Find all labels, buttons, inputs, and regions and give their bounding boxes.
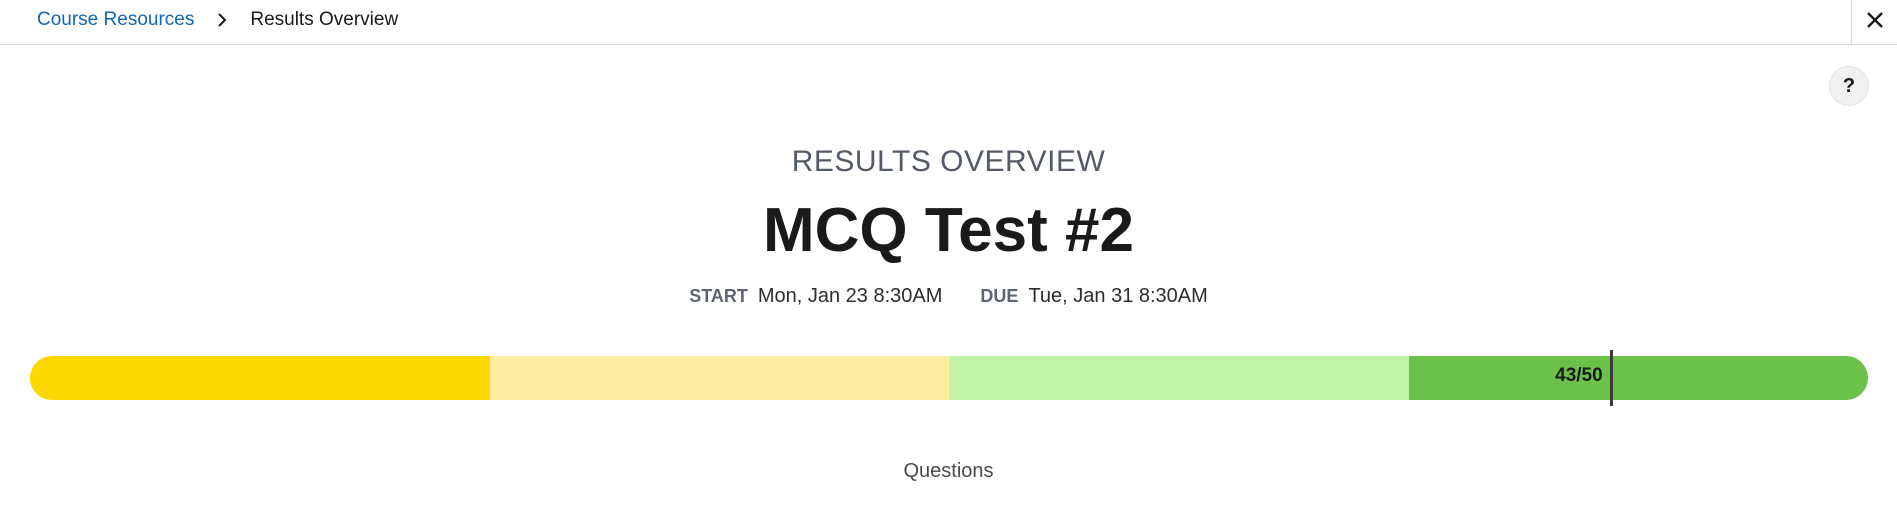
questions-heading: Questions [903, 460, 994, 482]
start-label: START [689, 286, 748, 306]
date-range: START Mon, Jan 23 8:30AM DUE Tue, Jan 31… [0, 285, 1897, 308]
score-band-4 [1408, 356, 1868, 400]
score-band-1 [30, 356, 490, 400]
breadcrumb: Course Resources Results Overview [37, 0, 398, 40]
score-label: 43/50 [1555, 365, 1603, 386]
due-date: Tue, Jan 31 8:30AM [1028, 285, 1208, 307]
start-date: Mon, Jan 23 8:30AM [757, 285, 943, 307]
help-icon: ? [1842, 74, 1856, 97]
close-button[interactable] [1851, 0, 1897, 44]
score-marker [1609, 350, 1613, 406]
top-bar: Course Resources Results Overview [0, 0, 1897, 45]
due-label: DUE [980, 286, 1019, 306]
breadcrumb-current: Results Overview [250, 9, 399, 30]
score-band-3 [949, 356, 1409, 400]
chevron-right-icon [208, 10, 236, 30]
help-button[interactable]: ? [1829, 66, 1869, 106]
page-overline: RESULTS OVERVIEW [791, 145, 1106, 178]
close-icon [1865, 10, 1885, 35]
page-title: MCQ Test #2 [763, 196, 1134, 265]
breadcrumb-course-resources-link[interactable]: Course Resources [37, 9, 194, 31]
score-band-2 [489, 356, 949, 400]
